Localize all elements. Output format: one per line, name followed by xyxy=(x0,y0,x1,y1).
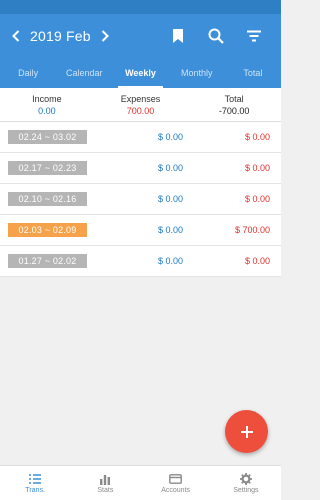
week-expense: $ 0.00 xyxy=(244,256,270,266)
view-tabs: Daily Calendar Weekly Monthly Total xyxy=(0,58,281,88)
tab-calendar[interactable]: Calendar xyxy=(56,58,112,88)
week-row[interactable]: 02.10 ~ 02.16 $ 0.00 $ 0.00 xyxy=(0,184,281,215)
chevron-left-icon[interactable] xyxy=(8,26,24,46)
income-value: 0.00 xyxy=(38,105,56,116)
expenses-summary: Expenses 700.00 xyxy=(94,88,188,121)
week-income: $ 0.00 xyxy=(157,256,183,266)
nav-accounts-label: Accounts xyxy=(161,487,191,494)
week-range-chip: 02.17 ~ 02.23 xyxy=(8,161,87,175)
expenses-value: 700.00 xyxy=(126,105,155,116)
nav-stats[interactable]: Stats xyxy=(70,466,140,500)
total-value: -700.00 xyxy=(218,105,250,116)
list-icon xyxy=(29,472,42,486)
week-row[interactable]: 01.27 ~ 02.02 $ 0.00 $ 0.00 xyxy=(0,246,281,277)
expenses-label: Expenses xyxy=(120,93,161,104)
month-title: 2019 Feb xyxy=(30,28,91,44)
nav-trans[interactable]: Trans. xyxy=(0,466,70,500)
nav-settings-label: Settings xyxy=(233,487,259,494)
total-summary: Total -700.00 xyxy=(187,88,281,121)
week-range-chip: 02.10 ~ 02.16 xyxy=(8,192,87,206)
week-row[interactable]: 02.24 ~ 03.02 $ 0.00 $ 0.00 xyxy=(0,122,281,153)
bookmark-icon[interactable] xyxy=(159,21,197,51)
plus-icon xyxy=(240,425,253,438)
add-transaction-button[interactable] xyxy=(225,410,268,453)
week-income: $ 0.00 xyxy=(157,163,183,173)
tab-total[interactable]: Total xyxy=(225,58,281,88)
filter-icon[interactable] xyxy=(235,21,273,51)
summary-bar: Income 0.00 Expenses 700.00 Total -700.0… xyxy=(0,88,281,122)
gear-icon xyxy=(239,472,252,486)
week-expense: $ 0.00 xyxy=(244,132,270,142)
app-bar: 2019 Feb xyxy=(0,14,281,58)
bar-chart-icon xyxy=(99,472,111,486)
total-label: Total xyxy=(224,93,244,104)
income-summary: Income 0.00 xyxy=(0,88,94,121)
nav-accounts[interactable]: Accounts xyxy=(141,466,211,500)
nav-trans-label: Trans. xyxy=(25,487,45,494)
bottom-nav: Trans. Stats Accounts Settings xyxy=(0,465,281,500)
tab-weekly[interactable]: Weekly xyxy=(112,58,168,88)
week-income: $ 0.00 xyxy=(157,225,183,235)
week-range-chip: 01.27 ~ 02.02 xyxy=(8,254,87,268)
week-range-chip: 02.24 ~ 03.02 xyxy=(8,130,87,144)
status-bar xyxy=(0,0,281,14)
tab-monthly[interactable]: Monthly xyxy=(169,58,225,88)
week-row[interactable]: 02.03 ~ 02.09 $ 0.00 $ 700.00 xyxy=(0,215,281,246)
wallet-icon xyxy=(169,472,183,486)
week-income: $ 0.00 xyxy=(157,132,183,142)
search-icon[interactable] xyxy=(197,21,235,51)
week-expense: $ 0.00 xyxy=(244,194,270,204)
week-expense: $ 0.00 xyxy=(244,163,270,173)
week-expense: $ 700.00 xyxy=(234,225,270,235)
weekly-list: 02.24 ~ 03.02 $ 0.00 $ 0.00 02.17 ~ 02.2… xyxy=(0,122,281,277)
income-label: Income xyxy=(32,93,62,104)
week-range-chip-current: 02.03 ~ 02.09 xyxy=(8,223,87,237)
nav-settings[interactable]: Settings xyxy=(211,466,281,500)
chevron-right-icon[interactable] xyxy=(97,26,113,46)
week-row[interactable]: 02.17 ~ 02.23 $ 0.00 $ 0.00 xyxy=(0,153,281,184)
week-income: $ 0.00 xyxy=(157,194,183,204)
nav-stats-label: Stats xyxy=(97,487,114,494)
tab-daily[interactable]: Daily xyxy=(0,58,56,88)
